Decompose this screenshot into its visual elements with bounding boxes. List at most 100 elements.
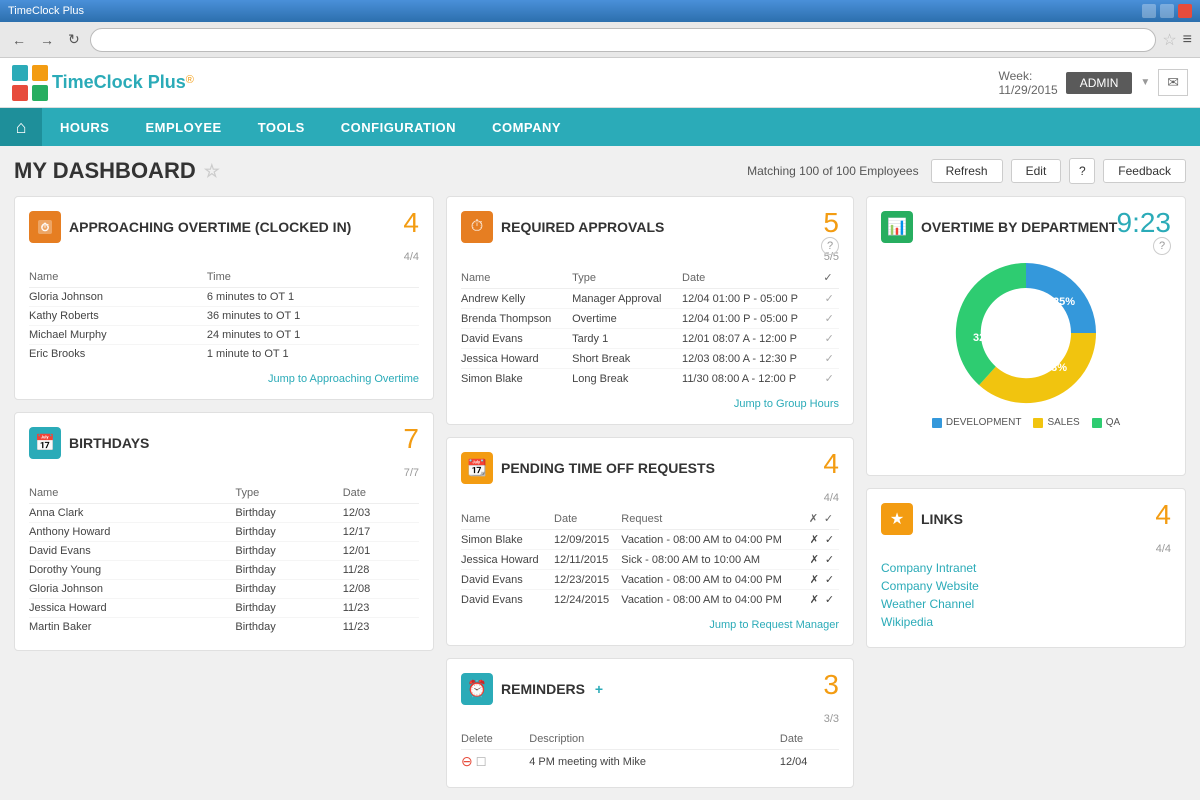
close-btn[interactable] <box>1178 4 1192 18</box>
jump-to-group-hours-link[interactable]: Jump to Group Hours <box>734 398 839 410</box>
approvals-title: REQUIRED APPROVALS <box>501 219 839 236</box>
development-legend-label: DEVELOPMENT <box>946 417 1022 428</box>
jump-to-overtime-link[interactable]: Jump to Approaching Overtime <box>268 373 419 385</box>
overtime-dept-widget: 9:23 ? 📊 OVERTIME BY DEPARTMENT <box>866 196 1186 476</box>
help-button[interactable]: ? <box>1069 158 1095 184</box>
birthdays-icon: 📅 <box>29 427 61 459</box>
add-reminder-button[interactable]: + <box>595 681 603 697</box>
weather-channel-link[interactable]: Weather Channel <box>881 597 974 611</box>
refresh-button[interactable]: Refresh <box>931 159 1003 183</box>
approvals-help-icon[interactable]: ? <box>821 237 839 255</box>
address-bar[interactable] <box>90 28 1157 52</box>
logo-icon <box>12 65 48 101</box>
reminders-count: 3 <box>823 669 839 701</box>
table-row: Jessica Howard12/11/2015Sick - 08:00 AM … <box>461 550 839 570</box>
reminder-delete-cell: ⊖ ☐ <box>461 750 529 774</box>
nav-tools[interactable]: TOOLS <box>240 108 323 146</box>
dashboard-title: MY DASHBOARD <box>14 158 196 184</box>
list-item: Wikipedia <box>881 615 1171 629</box>
qa-legend-color <box>1092 418 1102 428</box>
nav-configuration[interactable]: CONFIGURATION <box>323 108 474 146</box>
table-row: Brenda ThompsonOvertime12/04 01:00 P - 0… <box>461 309 839 329</box>
company-intranet-link[interactable]: Company Intranet <box>881 561 976 575</box>
right-column: 9:23 ? 📊 OVERTIME BY DEPARTMENT <box>866 196 1186 788</box>
mail-button[interactable]: ✉ <box>1158 69 1188 96</box>
reminders-widget-header: ⏰ REMINDERS + <box>461 673 839 705</box>
browser-titlebar: TimeClock Plus <box>0 0 1200 22</box>
table-row: David Evans12/23/2015Vacation - 08:00 AM… <box>461 570 839 590</box>
home-icon: ⌂ <box>16 117 27 138</box>
overtime-link[interactable]: Jump to Approaching Overtime <box>29 371 419 385</box>
overtime-row-time: 6 minutes to OT 1 <box>207 288 419 307</box>
legend-qa: QA <box>1092 417 1120 428</box>
browser-tab-title: TimeClock Plus <box>8 5 1142 17</box>
pending-subcount: 4/4 <box>461 492 839 504</box>
nav-home-button[interactable]: ⌂ <box>0 108 42 146</box>
bookmark-star-icon[interactable]: ☆ <box>1162 30 1176 50</box>
donut-chart-container: 25% 43% 32% DEVELOPMENT SALES <box>881 251 1171 428</box>
table-row: Eric Brooks 1 minute to OT 1 <box>29 345 419 364</box>
table-row: Anna ClarkBirthday12/03 <box>29 504 419 523</box>
overtime-row-name: Michael Murphy <box>29 326 207 345</box>
overtime-row-time: 1 minute to OT 1 <box>207 345 419 364</box>
reminder-delete-icon[interactable]: ⊖ <box>461 753 473 769</box>
feedback-button[interactable]: Feedback <box>1103 159 1186 183</box>
jump-to-request-manager-link[interactable]: Jump to Request Manager <box>709 619 839 631</box>
bday-col-type: Type <box>235 485 342 504</box>
menu-icon[interactable]: ≡ <box>1183 31 1192 49</box>
dashboard-header: MY DASHBOARD ☆ Matching 100 of 100 Emplo… <box>14 158 1186 184</box>
matching-text: Matching 100 of 100 Employees <box>747 164 918 178</box>
forward-button[interactable]: → <box>36 30 58 50</box>
legend-sales: SALES <box>1033 417 1079 428</box>
admin-button[interactable]: ADMIN <box>1066 72 1133 94</box>
birthdays-count: 7 <box>403 423 419 455</box>
table-row: Simon BlakeLong Break11/30 08:00 A - 12:… <box>461 369 839 389</box>
links-icon: ★ <box>881 503 913 535</box>
links-widget: 4 ★ LINKS 4/4 Company Intranet Company W… <box>866 488 1186 648</box>
list-item: Weather Channel <box>881 597 1171 611</box>
overtime-count: 4 <box>403 207 419 239</box>
overtime-subcount: 4/4 <box>29 251 419 263</box>
dashboard-actions: Matching 100 of 100 Employees Refresh Ed… <box>747 158 1186 184</box>
logo-text: TimeClock Plus® <box>52 72 194 93</box>
reload-button[interactable]: ↻ <box>64 29 84 50</box>
wikipedia-link[interactable]: Wikipedia <box>881 615 933 629</box>
overtime-row-name: Eric Brooks <box>29 345 207 364</box>
pending-widget: 4 📆 PENDING TIME OFF REQUESTS 4/4 Name D… <box>446 437 854 646</box>
nav-company[interactable]: COMPANY <box>474 108 579 146</box>
overtime-dept-icon: 📊 <box>881 211 913 243</box>
minimize-btn[interactable] <box>1142 4 1156 18</box>
table-row: Martin BakerBirthday11/23 <box>29 618 419 637</box>
pending-title: PENDING TIME OFF REQUESTS <box>501 460 839 477</box>
table-row: Gloria JohnsonBirthday12/08 <box>29 580 419 599</box>
pending-col-x: ✗ <box>809 510 824 530</box>
pending-link[interactable]: Jump to Request Manager <box>461 617 839 631</box>
table-row: Simon Blake12/09/2015Vacation - 08:00 AM… <box>461 530 839 550</box>
dashboard-favorite-icon[interactable]: ☆ <box>204 161 220 182</box>
overtime-dept-help-icon[interactable]: ? <box>1153 237 1171 255</box>
overtime-row-name: Kathy Roberts <box>29 307 207 326</box>
back-button[interactable]: ← <box>8 30 30 50</box>
nav-hours[interactable]: HOURS <box>42 108 127 146</box>
approvals-icon: ⏱ <box>461 211 493 243</box>
links-widget-header: ★ LINKS <box>881 503 1171 535</box>
pending-count: 4 <box>823 448 839 480</box>
approval-col-type: Type <box>572 269 682 289</box>
nav-employee[interactable]: EMPLOYEE <box>127 108 239 146</box>
overtime-widget-header: ⏱ APPROACHING OVERTIME (CLOCKED IN) <box>29 211 419 243</box>
links-list: Company Intranet Company Website Weather… <box>881 561 1171 629</box>
birthdays-widget: 7 📅 BIRTHDAYS 7/7 Name Type Date <box>14 412 434 651</box>
browser-window-controls[interactable] <box>1142 4 1192 18</box>
reminder-col-delete: Delete <box>461 731 529 750</box>
edit-button[interactable]: Edit <box>1011 159 1062 183</box>
company-website-link[interactable]: Company Website <box>881 579 979 593</box>
week-label: Week:11/29/2015 <box>999 69 1058 97</box>
links-title: LINKS <box>921 511 1171 528</box>
maximize-btn[interactable] <box>1160 4 1174 18</box>
overtime-row-time: 36 minutes to OT 1 <box>207 307 419 326</box>
svg-text:32%: 32% <box>973 332 995 344</box>
reminders-subcount: 3/3 <box>461 713 839 725</box>
birthdays-table: Name Type Date Anna ClarkBirthday12/03An… <box>29 485 419 636</box>
pending-col-check: ✓ <box>824 510 839 530</box>
approvals-link[interactable]: Jump to Group Hours <box>461 396 839 410</box>
